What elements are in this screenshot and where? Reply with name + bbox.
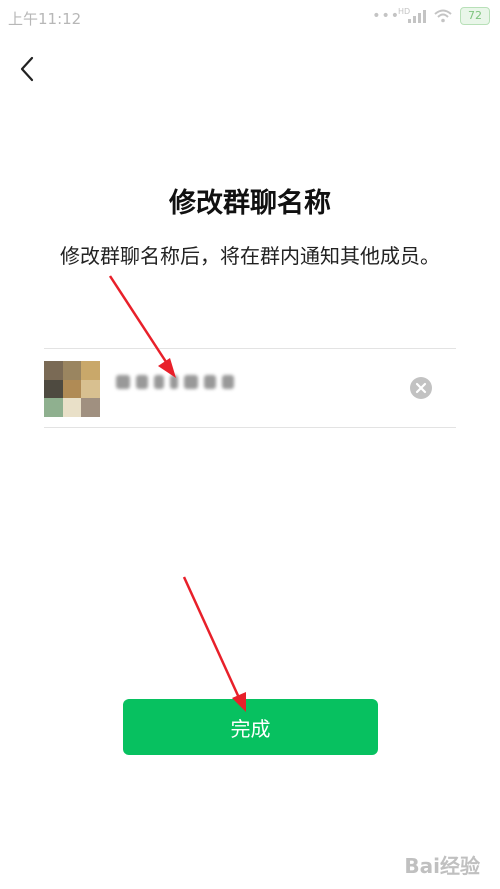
clear-circle-icon — [415, 382, 427, 394]
wifi-icon — [434, 9, 452, 23]
page-subtitle: 修改群聊名称后，将在群内通知其他成员。 — [60, 244, 440, 268]
group-name-row[interactable] — [44, 349, 456, 427]
group-avatar-icon — [44, 361, 100, 417]
clear-button[interactable] — [410, 377, 432, 399]
back-button[interactable] — [14, 54, 44, 84]
battery-icon: 72 — [460, 7, 490, 25]
field-bottom-divider — [44, 427, 456, 428]
annotation-arrows — [108, 275, 246, 712]
done-button[interactable]: 完成 — [123, 699, 378, 755]
page-title: 修改群聊名称 — [169, 188, 331, 219]
annotation-arrow-done — [182, 576, 246, 712]
chevron-left-icon — [20, 56, 34, 82]
signal-hd-label: HD — [398, 7, 411, 16]
signal-icon: HD — [398, 7, 426, 23]
dots-icon: ••• — [372, 8, 400, 24]
blurred-group-name — [116, 375, 234, 389]
watermark: Bai经验 — [404, 854, 480, 878]
status-time: 上午11:12 — [8, 10, 82, 28]
status-icons: ••• HD 72 — [372, 6, 490, 26]
status-bar: 上午11:12 ••• HD 72 — [0, 0, 500, 34]
